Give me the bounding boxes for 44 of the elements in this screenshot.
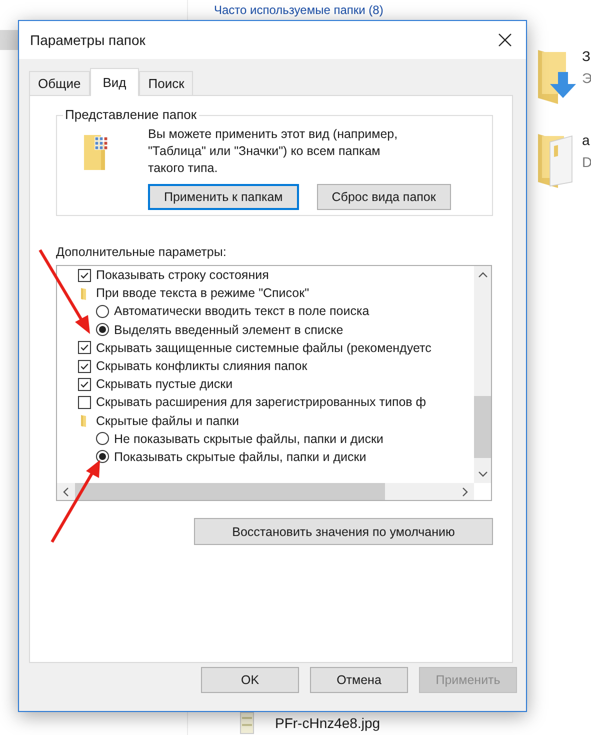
restore-defaults-button[interactable]: Восстановить значения по умолчанию <box>194 518 493 545</box>
file-name[interactable]: PFr-cHnz4e8.jpg <box>275 715 380 731</box>
folder-name[interactable]: а <box>582 132 591 148</box>
option-label: Показывать строку состояния <box>96 268 269 282</box>
option-label: Скрывать конфликты слияния папок <box>96 359 308 374</box>
checkbox[interactable] <box>78 341 91 354</box>
close-icon[interactable] <box>498 33 512 47</box>
group-label: При вводе текста в режиме "Список" <box>96 286 310 300</box>
section-label: Дополнительные параметры: <box>56 245 228 259</box>
folder-name[interactable]: З <box>582 48 591 64</box>
radio-button[interactable] <box>96 323 109 336</box>
checkbox[interactable] <box>78 268 91 282</box>
folder-icon <box>83 134 109 170</box>
radio-button[interactable] <box>96 432 109 446</box>
radio-button[interactable] <box>96 304 109 318</box>
option-label: Выделять введенный элемент в списке <box>114 322 344 337</box>
checkbox[interactable] <box>78 378 91 391</box>
option-label: Скрывать защищенные системные файлы (рекомендуетс <box>96 340 432 355</box>
option-label: Скрывать пустые диски <box>96 377 233 392</box>
scroll-right-icon[interactable] <box>462 486 468 496</box>
apply-button[interactable]: Применить к папкам <box>148 184 299 210</box>
option-label: Не показывать скрытые файлы, папки и диски <box>114 432 384 446</box>
checkbox[interactable] <box>78 360 91 373</box>
description-text: Вы можете применить этот вид (например, "Таблица" или "Значки") ко всем папкам такого типа. <box>148 126 399 177</box>
scroll-up-icon[interactable] <box>478 272 488 278</box>
tab[interactable]: Общие <box>29 71 90 95</box>
group-title: Представление папок <box>63 107 199 122</box>
scroll-down-icon[interactable] <box>478 471 488 477</box>
option-label: Автоматически вводить текст в поле поиска <box>114 304 370 318</box>
horizontal-scrollbar[interactable] <box>57 483 474 500</box>
option-label: Скрывать расширения для зарегистрированных типов ф <box>96 395 426 410</box>
dialog-button[interactable]: Отмена <box>310 667 408 693</box>
group-header[interactable]: Часто используемые папки (8) <box>214 3 384 17</box>
group-label: Скрытые файлы и папки <box>96 414 239 428</box>
window-title: Параметры папок <box>30 32 146 48</box>
downloads-folder-icon[interactable] <box>536 48 576 104</box>
tab[interactable]: Вид <box>90 68 140 96</box>
vertical-scrollbar[interactable] <box>474 266 491 483</box>
scroll-left-icon[interactable] <box>63 486 69 496</box>
dialog-button[interactable]: OK <box>201 667 299 693</box>
checkbox[interactable] <box>78 396 91 409</box>
tab[interactable]: Поиск <box>139 71 194 95</box>
option-label: Показывать скрытые файлы, папки и диски <box>114 450 366 464</box>
apply-button[interactable]: Сброс вида папок <box>316 184 451 210</box>
